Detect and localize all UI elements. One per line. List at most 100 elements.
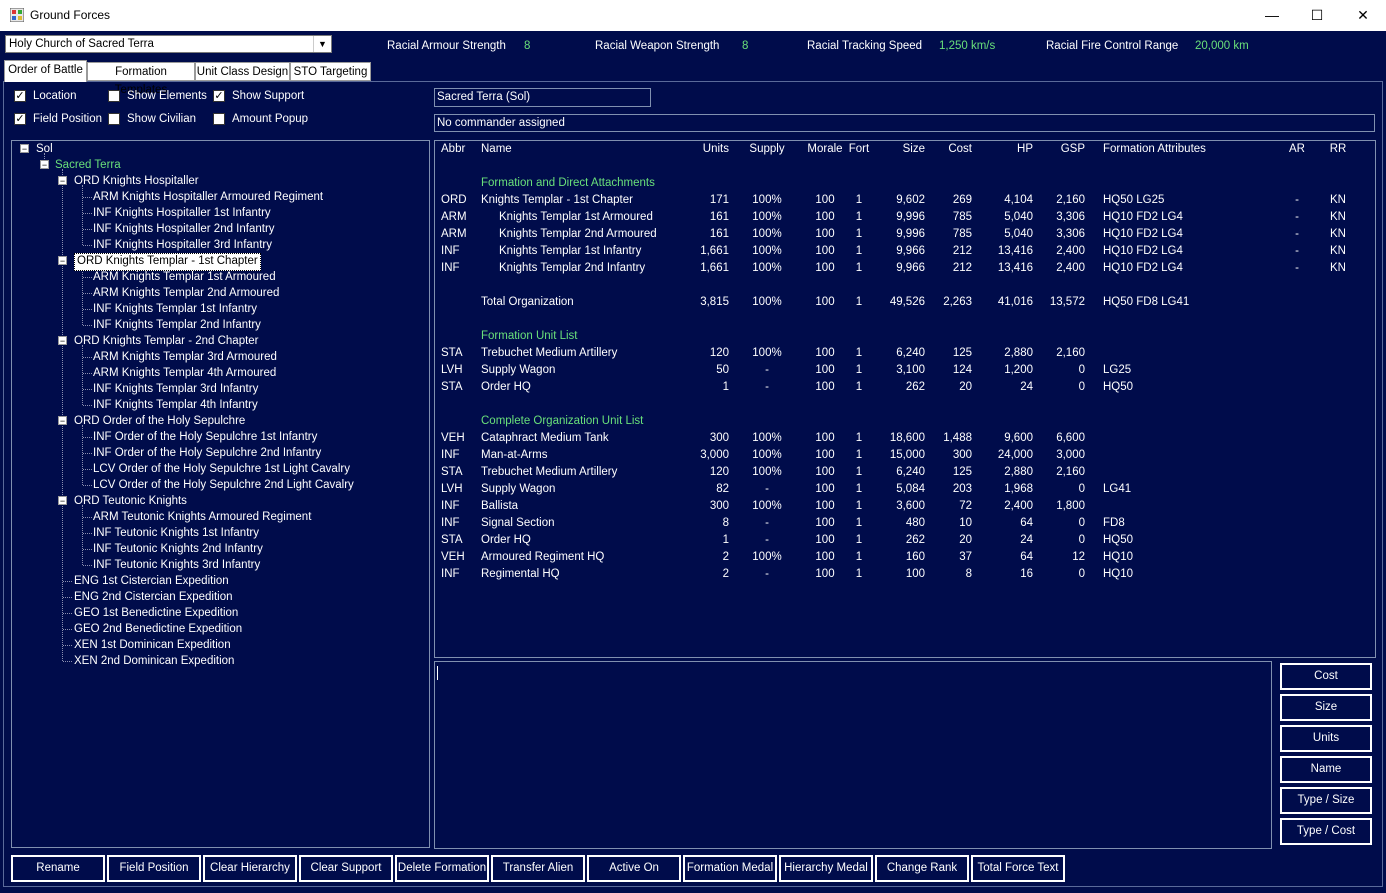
field-position-button[interactable]: Field Position — [107, 855, 201, 882]
tree-node-unit[interactable]: XEN 1st Dominican Expedition — [74, 637, 231, 653]
complete-unit-row-cell: Regimental HQ — [481, 568, 560, 580]
collapse-icon[interactable]: − — [58, 496, 67, 506]
order-of-battle-tree[interactable]: − Sol − Sacred Terra − ORD Knights Hospit… — [11, 140, 430, 848]
tree-node-unit[interactable]: GEO 1st Benedictine Expedition — [74, 605, 238, 621]
tree-node-unit[interactable]: ENG 2nd Cistercian Expedition — [74, 589, 233, 605]
collapse-icon[interactable]: − — [58, 336, 67, 346]
tree-node-unit[interactable]: INF Knights Templar 3rd Infantry — [93, 381, 258, 397]
unit-row-cell: STA — [441, 347, 463, 359]
tree-node-unit[interactable]: INF Teutonic Knights 1st Infantry — [93, 525, 259, 541]
tree-node-unit[interactable]: INF Knights Templar 2nd Infantry — [93, 317, 261, 333]
amount-popup-checkbox[interactable] — [213, 113, 225, 125]
delete-formation-button[interactable]: Delete Formation — [395, 855, 489, 882]
tree-node-unit[interactable]: INF Knights Hospitaller 2nd Infantry — [93, 221, 275, 237]
location-checkbox[interactable]: ✓ — [14, 90, 26, 102]
total-row-cell: HQ50 FD8 LG41 — [1103, 296, 1190, 308]
complete-unit-row-cell: VEH — [441, 551, 465, 563]
sort-cost-button[interactable]: Cost — [1280, 663, 1372, 690]
formation-medal-button[interactable]: Formation Medal — [683, 855, 777, 882]
tree-node-formation[interactable]: ORD Knights Templar - 2nd Chapter — [74, 333, 259, 349]
total-force-text-button[interactable]: Total Force Text — [971, 855, 1065, 882]
rename-button[interactable]: Rename — [11, 855, 105, 882]
sort-type-size-button[interactable]: Type / Size — [1280, 787, 1372, 814]
show-civilian-checkbox[interactable] — [108, 113, 120, 125]
column-header[interactable]: Fort — [845, 143, 873, 155]
tab-unit-class-design[interactable]: Unit Class Design — [195, 62, 290, 81]
tab-sto-targeting[interactable]: STO Targeting — [290, 62, 371, 81]
clear-support-button[interactable]: Clear Support — [299, 855, 393, 882]
tree-node-unit[interactable]: ARM Knights Templar 4th Armoured — [93, 365, 276, 381]
tree-node-unit[interactable]: XEN 2nd Dominican Expedition — [74, 653, 234, 669]
attachment-row-cell: 13,416 — [997, 245, 1033, 257]
tree-node-formation[interactable]: ORD Teutonic Knights — [74, 493, 187, 509]
change-rank-button[interactable]: Change Rank — [875, 855, 969, 882]
hierarchy-medal-button[interactable]: Hierarchy Medal — [779, 855, 873, 882]
attachment-row-cell: 161 — [709, 228, 729, 240]
column-header[interactable]: Cost — [930, 143, 972, 155]
tab-order-of-battle[interactable]: Order of Battle — [4, 60, 87, 82]
tree-node-formation[interactable]: ORD Knights Hospitaller — [74, 173, 199, 189]
collapse-icon[interactable]: − — [20, 144, 29, 154]
collapse-icon[interactable]: − — [58, 416, 67, 426]
collapse-icon[interactable]: − — [58, 256, 67, 266]
tab-formation-templates[interactable]: Formation Templates — [87, 62, 195, 96]
complete-unit-row-cell: 120 — [709, 466, 729, 478]
tree-node-unit[interactable]: INF Order of the Holy Sepulchre 2nd Infa… — [93, 445, 321, 461]
sort-name-button[interactable]: Name — [1280, 756, 1372, 783]
transfer-alien-button[interactable]: Transfer Alien — [491, 855, 585, 882]
column-header[interactable]: RR — [1328, 143, 1348, 155]
column-header[interactable]: Supply — [735, 143, 799, 155]
complete-unit-row-cell: Trebuchet Medium Artillery — [481, 466, 618, 478]
column-header[interactable]: Abbr — [441, 143, 481, 155]
tree-node-unit[interactable]: INF Knights Templar 4th Infantry — [93, 397, 258, 413]
unit-row-cell: 2,880 — [1004, 347, 1033, 359]
maximize-icon[interactable]: ☐ — [1294, 0, 1340, 31]
minimize-icon[interactable]: — — [1249, 0, 1295, 31]
tree-node-unit[interactable]: INF Teutonic Knights 3rd Infantry — [93, 557, 260, 573]
column-header[interactable]: Size — [875, 143, 925, 155]
show-support-checkbox[interactable]: ✓ — [213, 90, 225, 102]
collapse-icon[interactable]: − — [40, 160, 49, 170]
chevron-down-icon[interactable]: ▼ — [313, 36, 331, 52]
tree-node-unit[interactable]: INF Knights Hospitaller 3rd Infantry — [93, 237, 272, 253]
column-header[interactable]: Units — [685, 143, 729, 155]
tree-node-unit[interactable]: ARM Knights Templar 1st Armoured — [93, 269, 276, 285]
tree-node-unit[interactable]: INF Knights Templar 1st Infantry — [93, 301, 257, 317]
column-header[interactable]: Formation Attributes — [1103, 143, 1263, 155]
column-header[interactable]: AR — [1287, 143, 1307, 155]
attachment-row-cell: KN — [1330, 262, 1346, 274]
commander-field[interactable]: No commander assigned — [434, 114, 1375, 132]
tree-node-unit[interactable]: ARM Knights Hospitaller Armoured Regimen… — [93, 189, 323, 205]
tree-node-unit[interactable]: ARM Knights Templar 3rd Armoured — [93, 349, 277, 365]
tree-node-unit[interactable]: ARM Teutonic Knights Armoured Regiment — [93, 509, 311, 525]
column-header[interactable]: GSP — [1033, 143, 1085, 155]
column-header[interactable]: Name — [481, 143, 681, 155]
tree-node-unit[interactable]: LCV Order of the Holy Sepulchre 2nd Ligh… — [93, 477, 354, 493]
active-on-button[interactable]: Active On — [587, 855, 681, 882]
sort-size-button[interactable]: Size — [1280, 694, 1372, 721]
tree-node-unit[interactable]: GEO 2nd Benedictine Expedition — [74, 621, 242, 637]
tree-node-unit[interactable]: INF Knights Hospitaller 1st Infantry — [93, 205, 271, 221]
collapse-icon[interactable]: − — [58, 176, 67, 186]
tree-node-unit[interactable]: INF Order of the Holy Sepulchre 1st Infa… — [93, 429, 317, 445]
clear-hierarchy-button[interactable]: Clear Hierarchy — [203, 855, 297, 882]
attachment-row-cell: 1 — [855, 194, 863, 206]
sort-units-button[interactable]: Units — [1280, 725, 1372, 752]
text-cursor — [437, 666, 438, 680]
tree-node-unit[interactable]: LCV Order of the Holy Sepulchre 1st Ligh… — [93, 461, 350, 477]
column-header[interactable]: HP — [975, 143, 1033, 155]
tree-node-system[interactable]: Sol — [36, 141, 53, 157]
tree-node-unit[interactable]: ARM Knights Templar 2nd Armoured — [93, 285, 279, 301]
attachment-row-cell: 5,040 — [1004, 228, 1033, 240]
fire-control-range-label: Racial Fire Control Range — [1046, 40, 1179, 52]
field-position-checkbox[interactable]: ✓ — [14, 113, 26, 125]
notes-textarea[interactable] — [434, 661, 1272, 849]
tree-node-formation[interactable]: ORD Order of the Holy Sepulchre — [74, 413, 245, 429]
race-select[interactable]: Holy Church of Sacred Terra ▼ — [5, 35, 332, 53]
sort-type-cost-button[interactable]: Type / Cost — [1280, 818, 1372, 845]
close-icon[interactable]: ✕ — [1340, 0, 1386, 31]
show-elements-checkbox[interactable] — [108, 90, 120, 102]
tree-node-unit[interactable]: INF Teutonic Knights 2nd Infantry — [93, 541, 263, 557]
tree-node-planet[interactable]: Sacred Terra — [55, 157, 121, 173]
tree-node-unit[interactable]: ENG 1st Cistercian Expedition — [74, 573, 229, 589]
